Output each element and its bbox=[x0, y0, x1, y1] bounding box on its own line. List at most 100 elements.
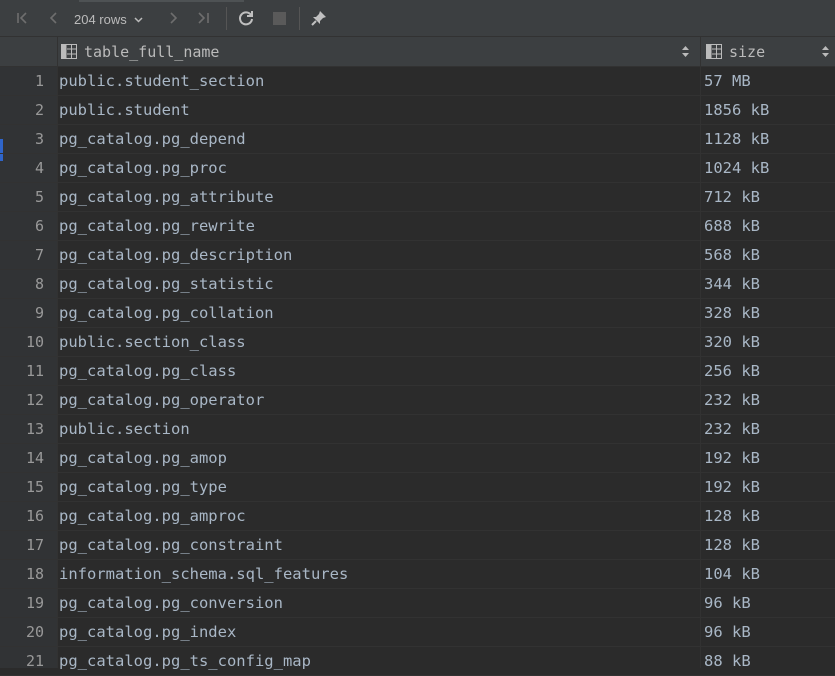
table-row[interactable]: 12 pg_catalog.pg_operator 232 kB bbox=[0, 386, 835, 415]
row-number: 17 bbox=[25, 536, 44, 554]
cell-table-full-name[interactable]: pg_catalog.pg_attribute bbox=[59, 183, 274, 211]
toolbar-separator bbox=[299, 7, 300, 30]
toolbar-separator bbox=[226, 7, 227, 30]
reload-button[interactable] bbox=[235, 8, 257, 28]
cell-size[interactable]: 128 kB bbox=[704, 531, 760, 559]
column-header-label: size bbox=[729, 42, 766, 61]
cell-size[interactable]: 128 kB bbox=[704, 502, 760, 530]
cell-table-full-name[interactable]: pg_catalog.pg_ts_config_map bbox=[59, 647, 311, 675]
pin-tab-button[interactable] bbox=[308, 8, 330, 28]
row-number: 9 bbox=[34, 304, 44, 322]
table-row[interactable]: 11 pg_catalog.pg_class 256 kB bbox=[0, 357, 835, 386]
cell-size[interactable]: 232 kB bbox=[704, 386, 760, 414]
table-row[interactable]: 4 pg_catalog.pg_proc 1024 kB bbox=[0, 154, 835, 183]
reload-icon bbox=[239, 11, 253, 26]
row-number: 3 bbox=[34, 130, 44, 148]
cell-table-full-name[interactable]: pg_catalog.pg_rewrite bbox=[59, 212, 255, 240]
row-number: 21 bbox=[25, 652, 44, 670]
cell-size[interactable]: 328 kB bbox=[704, 299, 760, 327]
row-number: 13 bbox=[25, 420, 44, 438]
cell-table-full-name[interactable]: pg_catalog.pg_depend bbox=[59, 125, 246, 153]
cell-size[interactable]: 712 kB bbox=[704, 183, 760, 211]
table-row[interactable]: 13 public.section 232 kB bbox=[0, 415, 835, 444]
row-number: 2 bbox=[34, 101, 44, 119]
row-number: 20 bbox=[25, 623, 44, 641]
table-row[interactable]: 5 pg_catalog.pg_attribute 712 kB bbox=[0, 183, 835, 212]
cell-table-full-name[interactable]: pg_catalog.pg_description bbox=[59, 241, 292, 269]
last-page-button[interactable] bbox=[193, 8, 215, 28]
prev-page-button[interactable] bbox=[44, 8, 64, 28]
cell-table-full-name[interactable]: pg_catalog.pg_proc bbox=[59, 154, 227, 182]
cell-size[interactable]: 568 kB bbox=[704, 241, 760, 269]
row-number: 7 bbox=[34, 246, 44, 264]
cell-table-full-name[interactable]: information_schema.sql_features bbox=[59, 560, 348, 588]
cell-size[interactable]: 96 kB bbox=[704, 618, 751, 646]
row-number: 8 bbox=[34, 275, 44, 293]
cell-size[interactable]: 320 kB bbox=[704, 328, 760, 356]
first-page-icon bbox=[17, 12, 27, 24]
cell-size[interactable]: 1128 kB bbox=[704, 125, 769, 153]
rows-count-dropdown[interactable]: 204 rows bbox=[74, 9, 144, 29]
table-row[interactable]: 16 pg_catalog.pg_amproc 128 kB bbox=[0, 502, 835, 531]
cell-size[interactable]: 88 kB bbox=[704, 647, 751, 675]
cell-table-full-name[interactable]: pg_catalog.pg_constraint bbox=[59, 531, 283, 559]
table-row[interactable]: 8 pg_catalog.pg_statistic 344 kB bbox=[0, 270, 835, 299]
cell-size[interactable]: 688 kB bbox=[704, 212, 760, 240]
cell-table-full-name[interactable]: pg_catalog.pg_operator bbox=[59, 386, 264, 414]
sort-icon[interactable] bbox=[821, 45, 830, 58]
column-header-label: table_full_name bbox=[84, 42, 220, 61]
row-number: 14 bbox=[25, 449, 44, 467]
results-grid: table_full_name size 1 public.student_sec… bbox=[0, 37, 835, 676]
cell-size[interactable]: 1856 kB bbox=[704, 96, 769, 124]
first-page-button[interactable] bbox=[12, 8, 32, 28]
table-row[interactable]: 10 public.section_class 320 kB bbox=[0, 328, 835, 357]
column-header-size[interactable]: size bbox=[706, 37, 765, 66]
table-row[interactable]: 19 pg_catalog.pg_conversion 96 kB bbox=[0, 589, 835, 618]
next-page-button[interactable] bbox=[163, 8, 183, 28]
table-row[interactable]: 15 pg_catalog.pg_type 192 kB bbox=[0, 473, 835, 502]
cell-table-full-name[interactable]: public.section_class bbox=[59, 328, 246, 356]
cell-table-full-name[interactable]: pg_catalog.pg_type bbox=[59, 473, 227, 501]
table-row[interactable]: 20 pg_catalog.pg_index 96 kB bbox=[0, 618, 835, 647]
row-number: 5 bbox=[34, 188, 44, 206]
cell-table-full-name[interactable]: pg_catalog.pg_statistic bbox=[59, 270, 274, 298]
cell-table-full-name[interactable]: pg_catalog.pg_class bbox=[59, 357, 236, 385]
cell-size[interactable]: 1024 kB bbox=[704, 154, 769, 182]
table-row[interactable]: 17 pg_catalog.pg_constraint 128 kB bbox=[0, 531, 835, 560]
row-number: 18 bbox=[25, 565, 44, 583]
cell-size[interactable]: 96 kB bbox=[704, 589, 751, 617]
cell-table-full-name[interactable]: pg_catalog.pg_collation bbox=[59, 299, 274, 327]
cell-table-full-name[interactable]: public.section bbox=[59, 415, 190, 443]
cell-size[interactable]: 192 kB bbox=[704, 444, 760, 472]
cell-table-full-name[interactable]: pg_catalog.pg_amproc bbox=[59, 502, 246, 530]
cell-table-full-name[interactable]: pg_catalog.pg_index bbox=[59, 618, 236, 646]
sort-icon[interactable] bbox=[681, 45, 690, 58]
table-row[interactable]: 6 pg_catalog.pg_rewrite 688 kB bbox=[0, 212, 835, 241]
cell-size[interactable]: 57 MB bbox=[704, 67, 751, 95]
cell-size[interactable]: 192 kB bbox=[704, 473, 760, 501]
row-number: 11 bbox=[25, 362, 44, 380]
row-number: 10 bbox=[25, 333, 44, 351]
table-row[interactable]: 14 pg_catalog.pg_amop 192 kB bbox=[0, 444, 835, 473]
pin-icon bbox=[311, 11, 326, 26]
cell-size[interactable]: 232 kB bbox=[704, 415, 760, 443]
cell-size[interactable]: 104 kB bbox=[704, 560, 760, 588]
row-number: 4 bbox=[34, 159, 44, 177]
cell-size[interactable]: 344 kB bbox=[704, 270, 760, 298]
cell-table-full-name[interactable]: pg_catalog.pg_conversion bbox=[59, 589, 283, 617]
cell-table-full-name[interactable]: pg_catalog.pg_amop bbox=[59, 444, 227, 472]
cell-table-full-name[interactable]: public.student bbox=[59, 96, 190, 124]
rows-count-label: 204 rows bbox=[74, 11, 127, 27]
table-row[interactable]: 21 pg_catalog.pg_ts_config_map 88 kB bbox=[0, 647, 835, 676]
cell-size[interactable]: 256 kB bbox=[704, 357, 760, 385]
table-row[interactable]: 9 pg_catalog.pg_collation 328 kB bbox=[0, 299, 835, 328]
cell-table-full-name[interactable]: public.student_section bbox=[59, 67, 264, 95]
grid-header: table_full_name size bbox=[0, 37, 835, 67]
column-header-table-full-name[interactable]: table_full_name bbox=[61, 37, 219, 66]
table-row[interactable]: 2 public.student 1856 kB bbox=[0, 96, 835, 125]
table-row[interactable]: 3 pg_catalog.pg_depend 1128 kB bbox=[0, 125, 835, 154]
table-row[interactable]: 7 pg_catalog.pg_description 568 kB bbox=[0, 241, 835, 270]
stop-button[interactable] bbox=[269, 8, 289, 28]
table-row[interactable]: 18 information_schema.sql_features 104 kB bbox=[0, 560, 835, 589]
table-row[interactable]: 1 public.student_section 57 MB bbox=[0, 67, 835, 96]
